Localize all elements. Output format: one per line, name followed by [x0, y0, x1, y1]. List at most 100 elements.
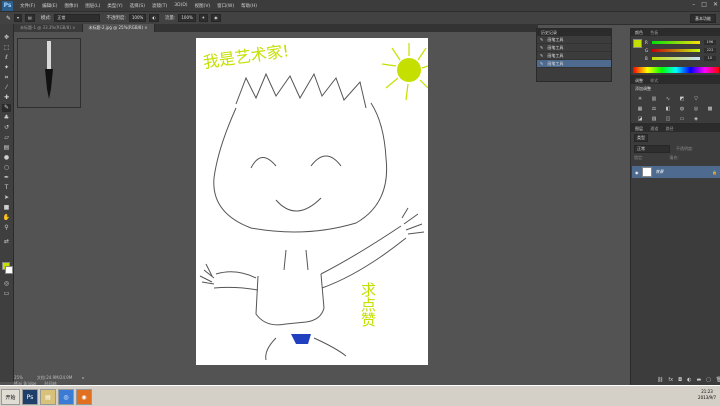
color-spectrum-bar[interactable]	[633, 67, 719, 73]
blue-slider[interactable]: B 10	[645, 54, 716, 62]
swap-colors-icon[interactable]: ⇄	[2, 238, 11, 246]
zoom-tool-icon[interactable]: ⚲	[2, 224, 11, 232]
pressure-size-icon[interactable]: ◉	[211, 14, 221, 22]
hand-tool-icon[interactable]: ✋	[2, 214, 11, 222]
marquee-tool-icon[interactable]: ⬚	[2, 44, 11, 52]
menu-3d[interactable]: 3D(D)	[174, 3, 187, 8]
menu-window[interactable]: 窗口(W)	[217, 3, 234, 9]
color-fg-swatch[interactable]	[633, 39, 642, 48]
brush-size-picker[interactable]: ▾	[14, 14, 23, 22]
eyedropper-tool-icon[interactable]: ⁄	[2, 84, 11, 92]
zoom-level[interactable]: 25%	[14, 375, 23, 380]
eraser-tool-icon[interactable]: ▱	[2, 134, 11, 142]
layer-filter-select[interactable]: 类型	[634, 134, 648, 142]
menu-edit[interactable]: 编辑(E)	[42, 3, 57, 9]
shape-tool-icon[interactable]: ■	[2, 204, 11, 212]
move-tool-icon[interactable]: ✥	[2, 34, 11, 42]
tab-styles[interactable]: 样式	[650, 78, 658, 83]
screen-mode-icon[interactable]: ▭	[2, 290, 11, 298]
menu-layer[interactable]: 图层(L)	[85, 3, 100, 9]
path-select-tool-icon[interactable]: ➤	[2, 194, 11, 202]
green-slider[interactable]: G 222	[645, 46, 717, 54]
tab-channels[interactable]: 通道	[650, 126, 658, 131]
color-balance-icon[interactable]: ⚖	[650, 106, 658, 112]
levels-icon[interactable]: ▥	[650, 96, 658, 102]
tab-document-2[interactable]: 未标题-2.jpg @ 25%(RGB/8) ×	[82, 24, 155, 32]
system-clock[interactable]: 21:23 2013/9/7	[698, 389, 716, 401]
history-item[interactable]: ✎ 画笔工具	[537, 36, 611, 44]
folder-icon[interactable]: ▬	[696, 377, 701, 383]
status-arrow-icon[interactable]: ▸	[82, 375, 84, 380]
black-white-icon[interactable]: ◧	[664, 106, 672, 112]
hue-icon[interactable]: ▦	[636, 106, 644, 112]
history-item[interactable]: ✎ 画笔工具	[537, 44, 611, 52]
app-taskbar-icon[interactable]: ◉	[76, 389, 92, 405]
tab-layers[interactable]: 图层	[635, 126, 643, 131]
adjustment-layer-icon[interactable]: ◐	[687, 377, 691, 383]
menu-view[interactable]: 视图(V)	[195, 3, 211, 9]
mask-icon[interactable]: ◘	[678, 377, 682, 383]
quick-select-tool-icon[interactable]: ✦	[2, 64, 11, 72]
tab-color[interactable]: 颜色	[635, 30, 643, 35]
tab-adjustments[interactable]: 调整	[635, 78, 643, 83]
layer-background[interactable]: ◉ 背景 🔒	[632, 166, 720, 178]
visibility-eye-icon[interactable]: ◉	[635, 170, 639, 175]
exposure-icon[interactable]: ◩	[678, 96, 686, 102]
gradient-map-icon[interactable]: ▭	[678, 116, 686, 122]
blur-tool-icon[interactable]: ●	[2, 154, 11, 162]
menu-file[interactable]: 文件(F)	[20, 3, 35, 9]
workspace-select[interactable]: 基本功能	[690, 14, 716, 23]
menu-type[interactable]: 类型(Y)	[107, 3, 122, 9]
menu-filter[interactable]: 滤镜(T)	[152, 3, 167, 9]
menu-select[interactable]: 选择(S)	[130, 3, 145, 9]
lookup-icon[interactable]: ▩	[706, 106, 714, 112]
maximize-button[interactable]: □	[701, 1, 707, 8]
new-layer-icon[interactable]: ▢	[706, 377, 711, 383]
channel-mixer-icon[interactable]: ◎	[692, 106, 700, 112]
posterize-icon[interactable]: ▨	[650, 116, 658, 122]
tab-document-1[interactable]: 未标题-1 @ 33.3%(RGB/8) ×	[14, 24, 83, 32]
selective-color-icon[interactable]: ◈	[692, 116, 700, 122]
menu-help[interactable]: 帮助(H)	[241, 3, 257, 9]
background-color-swatch[interactable]	[5, 266, 13, 274]
threshold-icon[interactable]: ◫	[664, 116, 672, 122]
brush-panel-toggle-icon[interactable]: ▤	[25, 14, 35, 22]
opacity-input[interactable]: 100%	[128, 14, 147, 22]
crop-tool-icon[interactable]: ⌗	[2, 74, 11, 82]
quick-mask-icon[interactable]: ◎	[2, 280, 11, 288]
history-brush-tool-icon[interactable]: ↺	[2, 124, 11, 132]
tab-paths[interactable]: 路径	[666, 126, 674, 131]
pen-tool-icon[interactable]: ✒	[2, 174, 11, 182]
history-item[interactable]: ✎ 画笔工具	[537, 52, 611, 60]
curves-icon[interactable]: ∿	[664, 96, 672, 102]
trash-icon[interactable]: 🗑	[716, 377, 720, 383]
fx-icon[interactable]: fx	[668, 377, 673, 383]
brush-tool-icon[interactable]: ✎	[6, 15, 11, 22]
browser-taskbar-icon[interactable]: ◎	[58, 389, 74, 405]
explorer-taskbar-icon[interactable]: ▤	[40, 389, 56, 405]
blend-mode-select[interactable]: 正常	[634, 145, 670, 153]
history-item-selected[interactable]: ✎ 画笔工具	[537, 60, 611, 68]
vibrance-icon[interactable]: ▽	[692, 96, 700, 102]
pressure-opacity-icon[interactable]: ◐	[149, 14, 159, 22]
gradient-tool-icon[interactable]: ▤	[2, 144, 11, 152]
lasso-tool-icon[interactable]: ℓ	[2, 54, 11, 62]
healing-tool-icon[interactable]: ✚	[2, 94, 11, 102]
menu-image[interactable]: 图像(I)	[64, 3, 78, 9]
photoshop-taskbar-icon[interactable]: Ps	[22, 389, 38, 405]
document-canvas[interactable]: 我是艺术家! 求点赞	[196, 38, 429, 365]
red-slider[interactable]: R 196	[645, 38, 716, 46]
dodge-tool-icon[interactable]: ○	[2, 164, 11, 172]
airbrush-icon[interactable]: ✈	[198, 14, 209, 22]
start-button[interactable]: 开始	[1, 389, 20, 405]
stamp-tool-icon[interactable]: ♣	[2, 114, 11, 122]
close-button[interactable]: ✕	[713, 1, 718, 8]
flow-input[interactable]: 100%	[178, 14, 196, 22]
invert-icon[interactable]: ◪	[636, 116, 644, 122]
link-icon[interactable]: ⛓	[657, 377, 663, 383]
minimize-button[interactable]: –	[692, 1, 695, 8]
type-tool-icon[interactable]: T	[2, 184, 11, 192]
brush-tool-icon[interactable]: ✎	[2, 104, 11, 112]
mode-select[interactable]: 正常	[54, 14, 101, 22]
tab-swatches[interactable]: 色板	[650, 30, 658, 35]
